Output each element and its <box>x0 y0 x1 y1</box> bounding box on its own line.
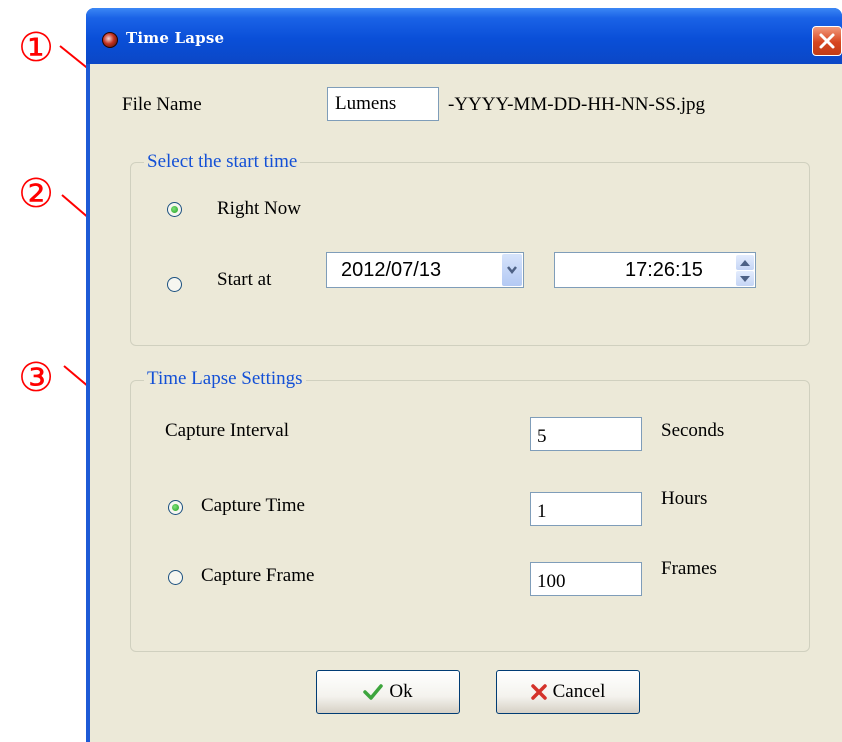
right-now-radio[interactable] <box>167 202 182 217</box>
chevron-down-icon <box>507 266 517 275</box>
start-date-value: 2012/07/13 <box>341 259 442 281</box>
capture-frame-input[interactable]: 100 <box>530 562 642 596</box>
spin-down-icon <box>740 275 750 282</box>
time-spin-up-button[interactable] <box>736 255 754 270</box>
checkmark-icon <box>363 684 384 700</box>
file-name-suffix: -YYYY-MM-DD-HH-NN-SS.jpg <box>448 94 706 115</box>
capture-frame-unit: Frames <box>661 558 717 579</box>
start-time-legend: Select the start time <box>144 151 301 173</box>
camera-icon <box>102 32 118 48</box>
annotation-marker-2-label: ② <box>18 171 54 217</box>
ok-button-label: Ok <box>389 681 413 702</box>
capture-time-radio[interactable] <box>168 500 183 515</box>
start-at-radio[interactable] <box>167 277 182 292</box>
start-date-combo[interactable]: 2012/07/13 <box>326 252 524 288</box>
capture-time-label[interactable]: Capture Time <box>201 495 305 517</box>
annotation-marker-1-label: ① <box>18 25 54 71</box>
start-time-spinner[interactable]: 17:26:15 <box>554 252 756 288</box>
time-spin-down-button[interactable] <box>736 271 754 286</box>
spin-up-icon <box>740 259 750 266</box>
title-bar[interactable]: Time Lapse <box>86 8 842 64</box>
capture-frame-label[interactable]: Capture Frame <box>201 565 314 587</box>
dialog-body: File Name Lumens -YYYY-MM-DD-HH-NN-SS.jp… <box>90 64 842 742</box>
file-name-label: File Name <box>122 94 202 115</box>
capture-time-input[interactable]: 1 <box>530 492 642 526</box>
annotation-marker-3-label: ③ <box>18 355 54 401</box>
x-mark-icon <box>530 684 547 700</box>
close-button[interactable] <box>812 26 842 56</box>
window-title: Time Lapse <box>126 29 225 47</box>
capture-interval-input[interactable]: 5 <box>530 417 642 451</box>
cancel-button[interactable]: Cancel <box>496 670 640 714</box>
start-time-value: 17:26:15 <box>625 259 703 281</box>
capture-frame-radio[interactable] <box>168 570 183 585</box>
capture-interval-label: Capture Interval <box>165 420 289 441</box>
ok-button[interactable]: Ok <box>316 670 460 714</box>
file-name-input[interactable]: Lumens <box>327 87 439 121</box>
capture-interval-unit: Seconds <box>661 420 725 441</box>
start-at-label[interactable]: Start at <box>217 269 271 291</box>
close-icon <box>819 33 835 49</box>
time-lapse-dialog: Time Lapse File Name Lumens -YYYY-MM-DD-… <box>86 8 842 742</box>
screenshot: Time Lapse File Name Lumens -YYYY-MM-DD-… <box>0 0 842 742</box>
time-lapse-settings-legend: Time Lapse Settings <box>144 368 306 390</box>
capture-time-unit: Hours <box>661 488 708 509</box>
right-now-label[interactable]: Right Now <box>217 198 301 220</box>
date-dropdown-button[interactable] <box>502 254 522 286</box>
cancel-button-label: Cancel <box>552 681 606 702</box>
